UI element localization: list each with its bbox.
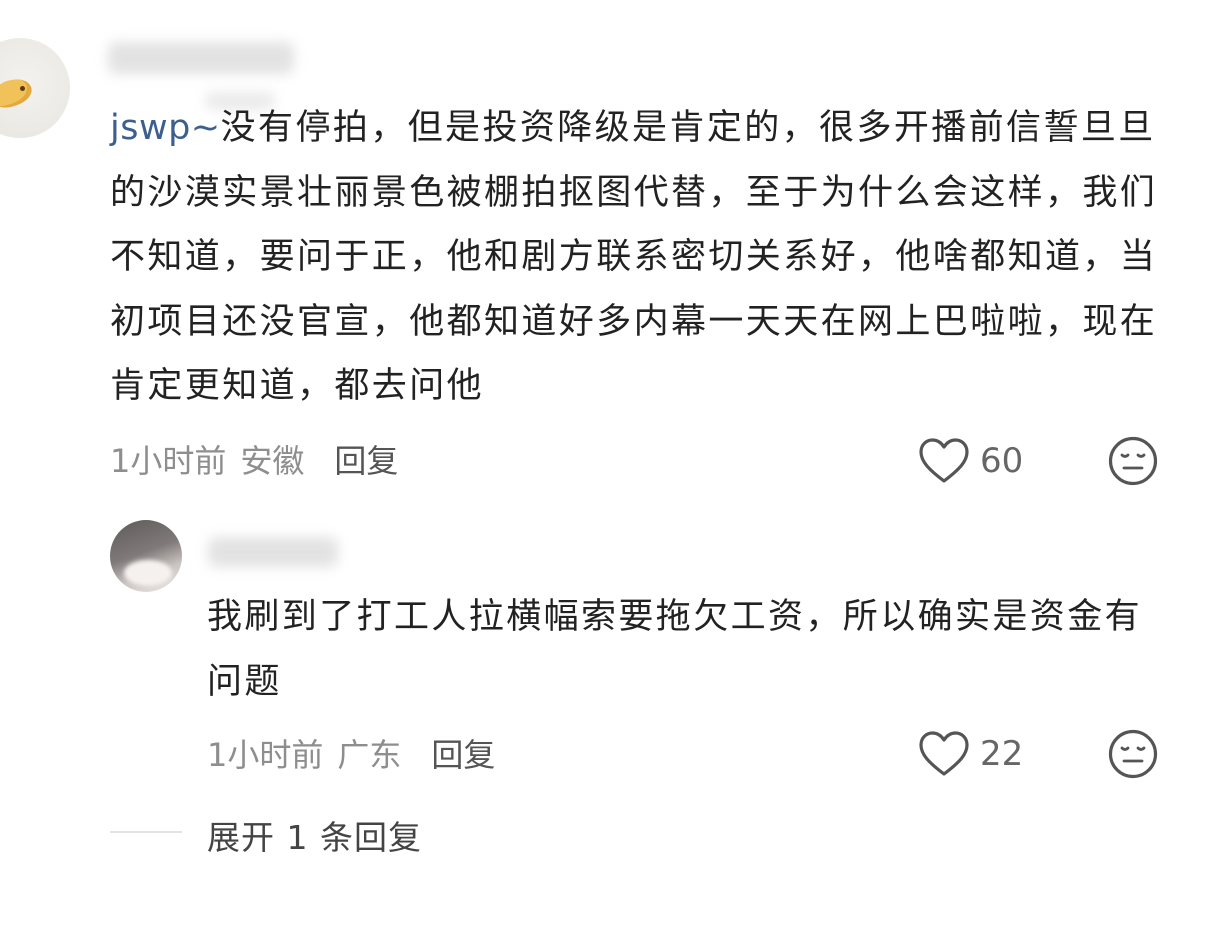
comment-location: 安徽	[240, 442, 305, 480]
reply-reply-button[interactable]: 回复	[431, 730, 495, 776]
blurred-reply-username	[208, 537, 338, 567]
reply-location: 广东	[337, 736, 402, 774]
reply-meta: 1小时前 广东 回复	[207, 731, 495, 775]
heart-outline-icon	[919, 438, 969, 483]
like-count: 60	[980, 441, 1024, 481]
duck-avatar-image	[0, 74, 36, 112]
blurred-username	[108, 42, 294, 74]
comment-meta: 1小时前 安徽 回复	[110, 437, 398, 481]
reply-button[interactable]: 回复	[334, 436, 398, 482]
comment-body: 没有停拍，但是投资降级是肯定的，很多开播前信誓旦旦的沙漠实景壮丽景色被棚拍抠图代…	[110, 108, 1158, 406]
expand-divider	[110, 831, 182, 833]
reply-avatar[interactable]	[110, 520, 182, 592]
reply-like-count: 22	[980, 734, 1024, 774]
commenter-avatar[interactable]	[0, 38, 70, 138]
comment-text: jswp~没有停拍，但是投资降级是肯定的，很多开播前信誓旦旦的沙漠实景壮丽景色被…	[110, 96, 1160, 419]
mention-link[interactable]: jswp~	[110, 108, 221, 148]
comment-time: 1小时前	[110, 442, 227, 480]
meh-face-icon[interactable]	[1108, 729, 1158, 779]
expand-replies-button[interactable]: 展开 1 条回复	[207, 811, 422, 859]
meh-face-icon[interactable]	[1108, 436, 1158, 486]
heart-outline-icon	[919, 731, 969, 776]
reply-like-button[interactable]: 22	[918, 729, 1023, 779]
reply-time: 1小时前	[207, 736, 324, 774]
reply-text: 我刷到了打工人拉横幅索要拖欠工资，所以确实是资金有问题	[207, 597, 1143, 702]
like-button[interactable]: 60	[918, 436, 1023, 486]
